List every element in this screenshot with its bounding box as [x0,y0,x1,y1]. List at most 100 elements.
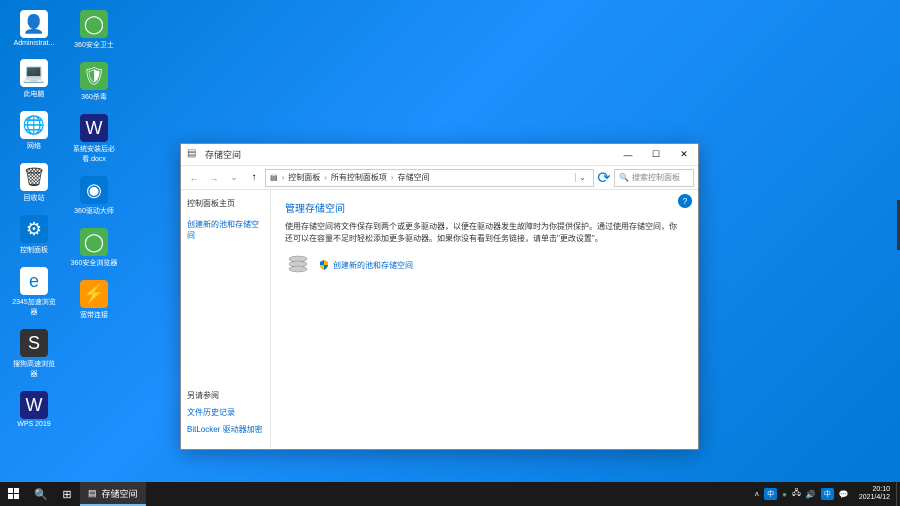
uac-shield-icon [319,260,329,270]
desktop-icon[interactable]: ⚡ 宽带连接 [68,278,120,322]
desktop-icon-glyph: ◯ [80,10,108,38]
breadcrumb-2[interactable]: 存储空间 [398,172,430,183]
desktop: 👤 Administrat... 💻 此电脑 🌐 网络 🗑 回收站 ⚙ 控制面板 e2345加速浏览… [0,0,900,506]
taskbar-item-storage[interactable]: ▤ 存储空间 [80,482,146,506]
see-also-heading: 另请参阅 [187,390,264,401]
titlebar: ▤ 存储空间 — ☐ ✕ [181,144,698,166]
desktop-icon-glyph: ⚙ [20,215,48,243]
content-area: 控制面板主页 创建新的池和存储空间 另请参阅 文件历史记录 BitLocker … [181,190,698,449]
breadcrumb-0[interactable]: 控制面板 [288,172,320,183]
search-input[interactable]: 🔍 搜索控制面板 [614,169,694,187]
maximize-button[interactable]: ☐ [642,144,670,165]
desktop-icon[interactable]: 🗑 回收站 [8,161,60,205]
desktop-icon-label: 360驱动大师 [74,206,114,216]
desktop-icon-label: 2345加速浏览器 [10,297,58,317]
desktop-icon[interactable]: 🌐 网络 [8,109,60,153]
desktop-icon-label: 回收站 [24,193,45,203]
desktop-icon-label: 宽带连接 [80,310,108,320]
start-button[interactable] [0,482,28,506]
page-title: 管理存储空间 [285,200,684,215]
taskbar: 🔍 ⊞ ▤ 存储空间 ˄ 中 ● 🖧 🔊 中 💬 20:10 2021/4/12 [0,482,900,506]
search-placeholder: 搜索控制面板 [632,172,680,183]
sidebar-link-bitlocker[interactable]: BitLocker 驱动器加密 [187,424,264,435]
ime-indicator[interactable]: 中 [764,488,777,500]
back-button[interactable]: ← [185,169,203,187]
navbar: ← → ⌄ ↑ ▤ › 控制面板 › 所有控制面板项 › 存储空间 ⌄ ⟳ 🔍 … [181,166,698,190]
task-view-button[interactable]: ⊞ [54,482,80,506]
desktop-icon[interactable]: ⚙ 控制面板 [8,213,60,257]
desktop-icon-glyph: 💻 [20,59,48,87]
desktop-icon-glyph: 🌐 [20,111,48,139]
desktop-icon-glyph: ◉ [80,176,108,204]
clock-date: 2021/4/12 [859,494,890,502]
desktop-icon-glyph: W [20,391,48,419]
sidebar: 控制面板主页 创建新的池和存储空间 另请参阅 文件历史记录 BitLocker … [181,190,271,449]
breadcrumb-icon: ▤ [270,173,278,182]
history-dropdown[interactable]: ⌄ [225,169,243,187]
disk-stack-icon [285,253,311,277]
desktop-icon[interactable]: 👤 Administrat... [8,8,60,49]
sidebar-home[interactable]: 控制面板主页 [187,198,264,209]
main-panel: ? 管理存储空间 使用存储空间将文件保存到两个或更多驱动器，以便在驱动器发生故障… [271,190,698,449]
create-pool-label: 创建新的池和存储空间 [333,260,413,271]
desktop-icon-glyph: 🛡 [80,62,108,90]
desktop-icon-glyph: ◯ [80,228,108,256]
tray-expand-icon[interactable]: ˄ [754,490,759,499]
address-dropdown[interactable]: ⌄ [575,173,589,182]
search-icon: 🔍 [619,173,629,182]
desktop-icon[interactable]: 💻 此电脑 [8,57,60,101]
breadcrumb-1[interactable]: 所有控制面板项 [331,172,387,183]
address-bar[interactable]: ▤ › 控制面板 › 所有控制面板项 › 存储空间 ⌄ [265,169,594,187]
taskbar-item-label: 存储空间 [102,487,138,500]
minimize-button[interactable]: — [614,144,642,165]
desktop-icon[interactable]: 🛡 360杀毒 [68,60,120,104]
search-button[interactable]: 🔍 [28,482,54,506]
sidebar-create-pool[interactable]: 创建新的池和存储空间 [187,219,264,241]
tray-volume-icon[interactable]: 🔊 [806,490,816,499]
desktop-icon-label: 此电脑 [24,89,45,99]
up-button[interactable]: ↑ [245,169,263,187]
desktop-icon-glyph: e [20,267,48,295]
desktop-icon-glyph: S [20,329,48,357]
desktop-icon-label: 360安全浏览器 [71,258,118,268]
taskbar-item-icon: ▤ [88,488,97,499]
help-button[interactable]: ? [678,194,692,208]
system-tray: ˄ 中 ● 🖧 🔊 中 💬 [750,487,852,501]
desktop-icon-glyph: W [80,114,108,142]
tray-network-icon[interactable]: 🖧 [792,487,801,501]
desktop-icon[interactable]: ◯ 360安全浏览器 [68,226,120,270]
desktop-icon-label: 控制面板 [20,245,48,255]
desktop-icon[interactable]: ◉ 360驱动大师 [68,174,120,218]
refresh-button[interactable]: ⟳ [596,168,612,188]
desktop-icon-label: 360杀毒 [81,92,107,102]
action-center-icon[interactable]: 💬 [839,490,849,499]
desktop-icon-label: 网络 [27,141,41,151]
desktop-icon[interactable]: ◯ 360安全卫士 [68,8,120,52]
desktop-icon[interactable]: S搜狗高速浏览器 [8,327,60,381]
forward-button[interactable]: → [205,169,223,187]
tray-security-icon[interactable]: ● [782,490,787,499]
ime-mode-indicator[interactable]: 中 [821,488,834,500]
desktop-icon[interactable]: W WPS 2019 [8,389,60,430]
show-desktop-button[interactable] [896,482,900,506]
close-button[interactable]: ✕ [670,144,698,165]
page-description: 使用存储空间将文件保存到两个或更多驱动器，以便在驱动器发生故障时为你提供保护。通… [285,221,684,245]
desktop-icons-area: 👤 Administrat... 💻 此电脑 🌐 网络 🗑 回收站 ⚙ 控制面板 e2345加速浏览… [8,8,120,430]
storage-spaces-icon: ▤ [187,148,201,162]
desktop-icon[interactable]: W系统安装后必看.docx [68,112,120,166]
desktop-icon-label: 360安全卫士 [74,40,114,50]
desktop-icon-glyph: ⚡ [80,280,108,308]
desktop-icon-label: WPS 2019 [17,421,50,428]
desktop-icon-glyph: 👤 [20,10,48,38]
clock[interactable]: 20:10 2021/4/12 [853,486,896,501]
window-title: 存储空间 [205,148,614,161]
desktop-icon-label: 系统安装后必看.docx [70,144,118,164]
desktop-icon-label: Administrat... [14,40,55,47]
desktop-icon-glyph: 🗑 [20,163,48,191]
create-pool-link[interactable]: 创建新的池和存储空间 [319,260,413,271]
sidebar-link-file-history[interactable]: 文件历史记录 [187,407,264,418]
clock-time: 20:10 [872,486,890,494]
control-panel-window: ▤ 存储空间 — ☐ ✕ ← → ⌄ ↑ ▤ › 控制面板 › 所有控制面板项 … [180,143,699,450]
desktop-icon-label: 搜狗高速浏览器 [10,359,58,379]
desktop-icon[interactable]: e2345加速浏览器 [8,265,60,319]
